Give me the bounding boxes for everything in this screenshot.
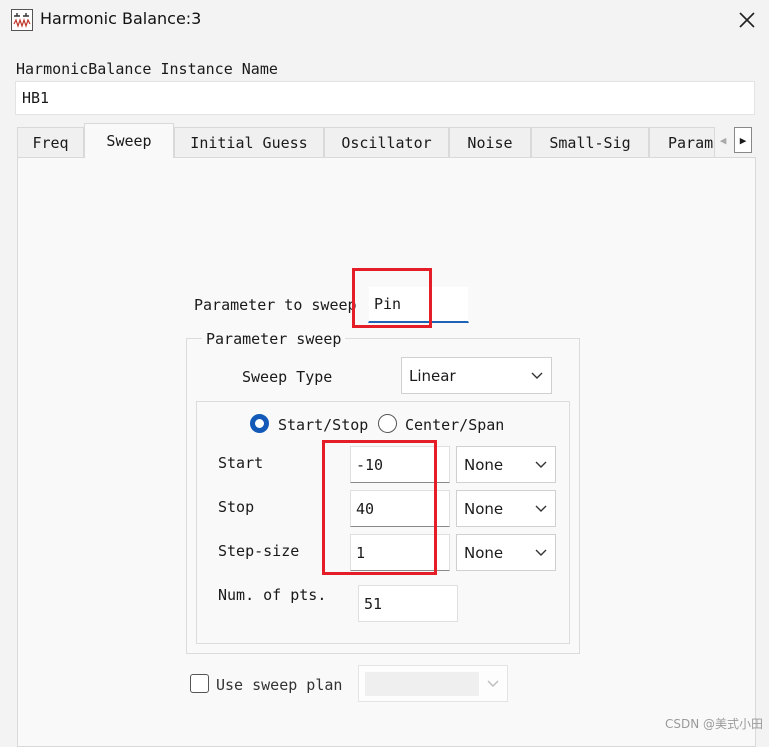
num-of-pts-value: 51: [358, 585, 458, 622]
stop-input[interactable]: 40: [350, 490, 450, 527]
title-bar: Harmonic Balance:3: [0, 0, 769, 42]
instance-name-label: HarmonicBalance Instance Name: [16, 60, 278, 78]
tab-scroll-left-button[interactable]: ◀: [714, 127, 732, 153]
harmonic-balance-icon: [11, 9, 33, 31]
num-of-pts-label: Num. of pts.: [218, 586, 326, 604]
chevron-down-icon: [531, 372, 543, 380]
sweep-type-label: Sweep Type: [242, 368, 332, 386]
chevron-left-icon: ◀: [720, 134, 727, 147]
parameter-to-sweep-input[interactable]: Pin: [368, 286, 469, 323]
sweep-plan-select: [358, 665, 508, 702]
chevron-right-icon: ▶: [740, 134, 747, 147]
start-stop-radio[interactable]: [250, 414, 269, 433]
stop-unit-select[interactable]: None: [456, 490, 556, 527]
use-sweep-plan-checkbox[interactable]: [190, 674, 209, 693]
step-size-unit-select[interactable]: None: [456, 534, 556, 571]
close-icon: [739, 12, 755, 28]
sweep-type-value: Linear: [409, 367, 456, 385]
start-unit-value: None: [464, 456, 503, 474]
stop-unit-value: None: [464, 500, 503, 518]
use-sweep-plan-label: Use sweep plan: [216, 676, 342, 694]
step-size-unit-value: None: [464, 544, 503, 562]
parameter-sweep-group-title: Parameter sweep: [202, 330, 345, 348]
tab-oscillator[interactable]: Oscillator: [324, 127, 449, 157]
step-size-label: Step-size: [218, 542, 299, 560]
tab-noise[interactable]: Noise: [449, 127, 531, 157]
window-title: Harmonic Balance:3: [40, 9, 201, 28]
sweep-type-select[interactable]: Linear: [401, 357, 552, 394]
chevron-down-icon: [535, 549, 547, 557]
start-stop-label: Start/Stop: [278, 416, 368, 434]
stop-label: Stop: [218, 498, 254, 516]
step-size-input[interactable]: 1: [350, 534, 450, 571]
center-span-label: Center/Span: [405, 416, 504, 434]
close-button[interactable]: [733, 6, 761, 34]
tab-param[interactable]: Param: [649, 127, 715, 157]
tab-strip: Freq Sweep Initial Guess Oscillator Nois…: [17, 123, 757, 157]
start-input[interactable]: -10: [350, 446, 450, 483]
tab-initial-guess[interactable]: Initial Guess: [174, 127, 324, 157]
chevron-down-icon: [535, 505, 547, 513]
chevron-down-icon: [535, 461, 547, 469]
instance-name-input[interactable]: HB1: [15, 81, 755, 115]
chevron-down-icon: [487, 680, 499, 688]
watermark: CSDN @美式小田: [665, 715, 763, 732]
parameter-to-sweep-label: Parameter to sweep: [194, 296, 357, 314]
start-label: Start: [218, 454, 263, 472]
tab-scroll-right-button[interactable]: ▶: [734, 127, 752, 153]
start-unit-select[interactable]: None: [456, 446, 556, 483]
tab-small-sig[interactable]: Small-Sig: [531, 127, 649, 157]
tab-sweep[interactable]: Sweep: [84, 123, 174, 158]
sweep-plan-value: [365, 672, 479, 696]
center-span-radio[interactable]: [378, 414, 397, 433]
tab-freq[interactable]: Freq: [17, 127, 84, 157]
